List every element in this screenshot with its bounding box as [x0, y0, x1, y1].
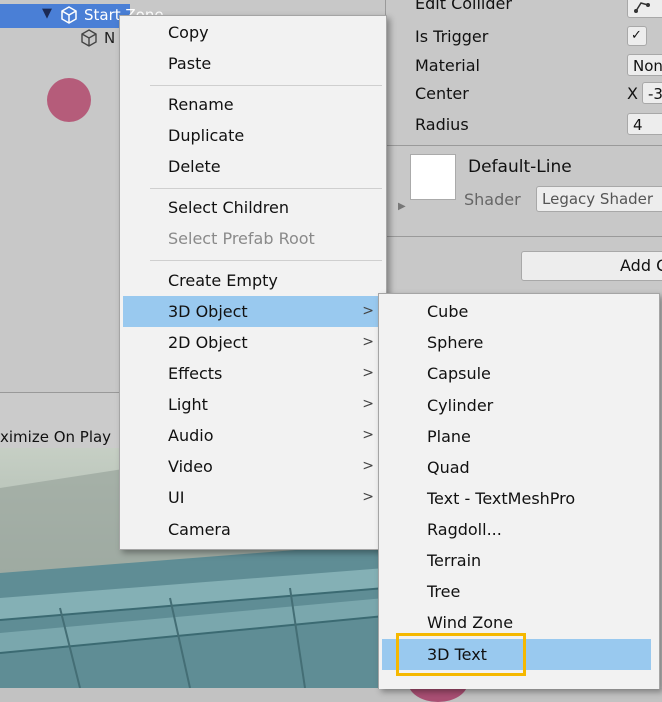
menu-item-audio[interactable]: Audio > [120, 420, 386, 451]
menu-item-2d-object[interactable]: 2D Object > [120, 327, 386, 358]
submenu-item-label: Tree [427, 582, 461, 601]
submenu-arrow-icon: > [362, 427, 374, 443]
is-trigger-label: Is Trigger [415, 27, 489, 46]
submenu-item-plane[interactable]: Plane [379, 421, 659, 452]
menu-item-label: Camera [168, 520, 231, 539]
gameobject-cube-icon [80, 29, 98, 51]
menu-item-label: Rename [168, 95, 234, 114]
menu-item-duplicate[interactable]: Duplicate [120, 120, 386, 151]
menu-item-label: Effects [168, 364, 223, 383]
menu-item-label: Audio [168, 426, 214, 445]
is-trigger-checkbox[interactable]: ✓ [627, 26, 647, 46]
material-foldout-arrow-icon[interactable]: ▶ [398, 201, 406, 212]
menu-item-create-empty[interactable]: Create Empty [120, 265, 386, 296]
submenu-item-cylinder[interactable]: Cylinder [379, 390, 659, 421]
material-name: Default-Line [468, 157, 572, 177]
add-component-label: Add C [620, 256, 662, 275]
inspector-divider [386, 236, 662, 237]
submenu-item-cube[interactable]: Cube [379, 296, 659, 327]
menu-item-camera[interactable]: Camera [120, 514, 386, 545]
menu-separator [150, 260, 382, 261]
material-preview-thumbnail [410, 154, 456, 200]
menu-separator [150, 85, 382, 86]
submenu-arrow-icon: > [362, 489, 374, 505]
menu-item-label: Paste [168, 54, 212, 73]
menu-item-paste[interactable]: Paste [120, 48, 386, 79]
menu-item-label: Select Children [168, 198, 290, 217]
submenu-item-label: Capsule [427, 364, 491, 383]
menu-item-copy[interactable]: Copy [120, 17, 386, 48]
submenu-item-label: Quad [427, 458, 470, 477]
center-x-field[interactable]: -3 [642, 82, 662, 104]
submenu-item-tree[interactable]: Tree [379, 576, 659, 607]
edit-collider-button[interactable] [627, 0, 662, 18]
submenu-item-label: Cube [427, 302, 469, 321]
edit-collider-icon [634, 2, 650, 13]
submenu-arrow-icon: > [362, 458, 374, 474]
add-component-button[interactable]: Add C [521, 251, 662, 281]
hierarchy-selected-row[interactable]: ▼ Start Zone [0, 4, 164, 28]
menu-item-video[interactable]: Video > [120, 451, 386, 482]
menu-item-3d-object[interactable]: 3D Object > [123, 296, 383, 327]
submenu-item-label: Text - TextMeshPro [427, 489, 576, 508]
menu-item-select-prefab-root: Select Prefab Root [120, 223, 386, 254]
submenu-item-ragdoll[interactable]: Ragdoll... [379, 514, 659, 545]
submenu-item-text-textmeshpro[interactable]: Text - TextMeshPro [379, 483, 659, 514]
menu-item-delete[interactable]: Delete [120, 151, 386, 182]
center-label: Center [415, 84, 469, 103]
menu-item-label: Video [168, 457, 213, 476]
radius-label: Radius [415, 115, 469, 134]
material-field[interactable]: Non [627, 54, 662, 76]
menu-item-label: Copy [168, 23, 209, 42]
menu-item-label: 2D Object [168, 333, 248, 352]
menu-item-rename[interactable]: Rename [120, 89, 386, 120]
maximize-on-play-toggle[interactable]: ximize On Play [0, 428, 111, 446]
submenu-arrow-icon: > [362, 334, 374, 350]
inspector-divider [386, 145, 662, 146]
material-label: Material [415, 56, 480, 75]
submenu-item-sphere[interactable]: Sphere [379, 327, 659, 358]
submenu-item-label: Plane [427, 427, 471, 446]
pink-sphere-gizmo [47, 78, 91, 122]
menu-item-label: Duplicate [168, 126, 245, 145]
edit-collider-label: Edit Collider [415, 0, 512, 13]
submenu-arrow-icon: > [362, 365, 374, 381]
submenu-item-label: Sphere [427, 333, 484, 352]
menu-item-label: UI [168, 488, 185, 507]
center-x-label: X [627, 84, 638, 103]
menu-item-label: 3D Object [168, 302, 248, 321]
expand-arrow-icon[interactable]: ▼ [42, 6, 52, 21]
shader-label: Shader [464, 190, 521, 209]
submenu-item-label: Terrain [427, 551, 482, 570]
hierarchy-context-menu: Copy Paste Rename Duplicate Delete Selec… [119, 15, 387, 550]
submenu-arrow-icon: > [362, 396, 374, 412]
submenu-item-capsule[interactable]: Capsule [379, 358, 659, 389]
submenu-arrow-icon: > [362, 303, 374, 319]
radius-field[interactable]: 4 [627, 113, 662, 135]
menu-item-effects[interactable]: Effects > [120, 358, 386, 389]
menu-item-ui[interactable]: UI > [120, 482, 386, 513]
menu-separator [150, 188, 382, 189]
menu-item-label: Create Empty [168, 271, 278, 290]
menu-item-label: Light [168, 395, 208, 414]
submenu-item-quad[interactable]: Quad [379, 452, 659, 483]
submenu-item-label: Cylinder [427, 396, 494, 415]
highlight-annotation-box [396, 633, 526, 676]
menu-item-select-children[interactable]: Select Children [120, 192, 386, 223]
submenu-item-terrain[interactable]: Terrain [379, 545, 659, 576]
gameobject-cube-icon [60, 6, 78, 28]
menu-item-light[interactable]: Light > [120, 389, 386, 420]
menu-item-label: Select Prefab Root [168, 229, 315, 248]
menu-item-label: Delete [168, 157, 221, 176]
shader-dropdown[interactable]: Legacy Shader [536, 186, 662, 212]
hierarchy-item-child[interactable]: N [104, 29, 115, 47]
3d-object-submenu: Cube Sphere Capsule Cylinder Plane Quad … [378, 293, 660, 689]
submenu-item-label: Ragdoll... [427, 520, 502, 539]
